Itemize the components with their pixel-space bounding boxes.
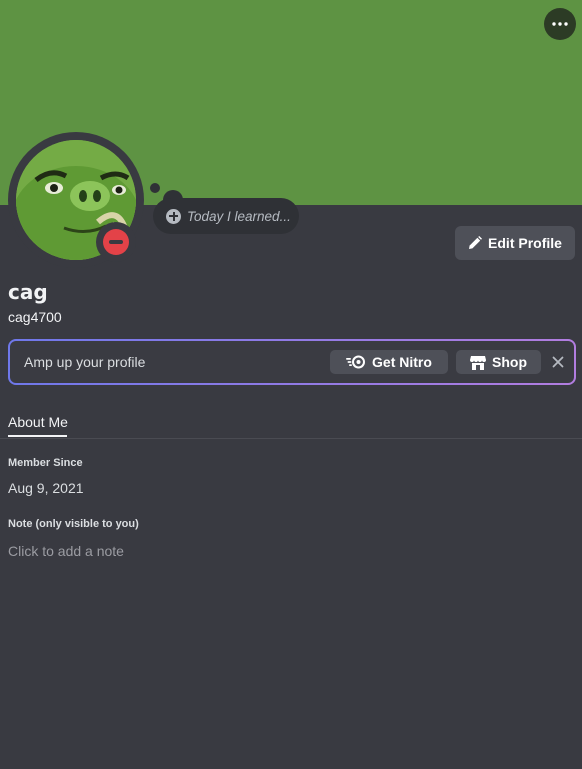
get-nitro-button[interactable]: Get Nitro bbox=[330, 350, 448, 374]
tab-about-me[interactable]: About Me bbox=[8, 414, 68, 430]
note-input[interactable]: Click to add a note bbox=[8, 543, 568, 563]
nitro-upsell-banner: Amp up your profile Get Nitro Shop bbox=[8, 339, 576, 385]
do-not-disturb-status-icon bbox=[103, 229, 129, 255]
member-since-date: Aug 9, 2021 bbox=[8, 480, 84, 496]
custom-status-placeholder: Today I learned... bbox=[187, 208, 291, 224]
edit-profile-button[interactable]: Edit Profile bbox=[455, 226, 575, 260]
custom-status-bubble[interactable]: Today I learned... bbox=[153, 198, 299, 234]
ellipsis-icon bbox=[552, 22, 568, 26]
close-icon[interactable] bbox=[550, 354, 566, 370]
add-circle-icon bbox=[166, 208, 181, 224]
member-since-heading: Member Since bbox=[8, 457, 83, 469]
note-heading: Note (only visible to you) bbox=[8, 518, 139, 530]
nitro-icon bbox=[346, 355, 366, 369]
pencil-icon bbox=[469, 236, 483, 249]
more-options-button[interactable] bbox=[544, 8, 576, 40]
tab-divider bbox=[0, 438, 582, 439]
shop-icon bbox=[470, 355, 486, 370]
thought-bubble-dot-icon bbox=[150, 183, 160, 193]
shop-label: Shop bbox=[492, 354, 527, 370]
display-name: cag bbox=[8, 280, 48, 304]
edit-profile-label: Edit Profile bbox=[488, 235, 562, 251]
active-tab-indicator bbox=[8, 435, 67, 437]
get-nitro-label: Get Nitro bbox=[372, 354, 432, 370]
username: cag4700 bbox=[8, 309, 62, 325]
nitro-upsell-text: Amp up your profile bbox=[24, 354, 146, 370]
shop-button[interactable]: Shop bbox=[456, 350, 541, 374]
